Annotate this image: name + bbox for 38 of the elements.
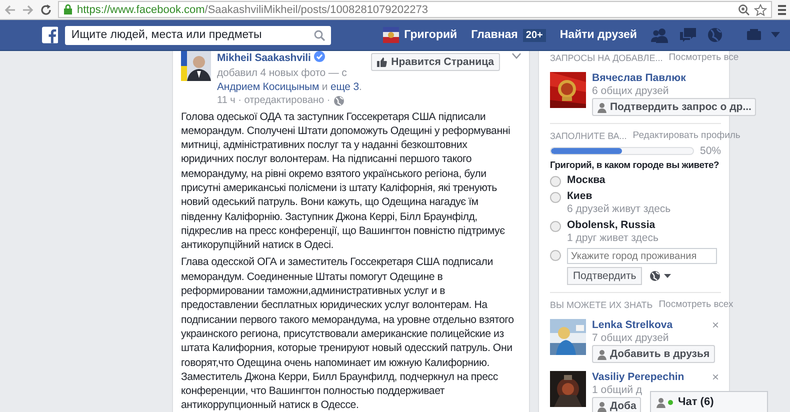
search-field[interactable]: Ищите людей, места или предметы — [65, 26, 332, 44]
post-headline: Mikheil Saakashvili добавил 4 новых фото — с Андрием Косицыным и еще 3. — [217, 51, 363, 94]
post-time: 11 ч · отредактировано · — [217, 95, 330, 106]
chat-bar[interactable]: Чат (6) — [650, 391, 768, 412]
person-name[interactable]: Lenka Strelkova — [592, 319, 673, 332]
friend-button[interactable]: Подтвердить запрос о др... — [592, 98, 756, 116]
friend-button[interactable]: Добавить в друзья — [592, 345, 715, 363]
like-page-button[interactable]: Нравится Страница — [371, 53, 500, 71]
confirm-button[interactable]: Подтвердить — [567, 267, 642, 285]
option-note: 6 друзей живут здесь — [567, 203, 671, 216]
url-text: https://www.facebook.com/SaakashviliMikheil/posts/1008281079202273 — [77, 4, 428, 16]
tagged-link[interactable]: Андрием Косицыным — [217, 81, 320, 93]
city-option[interactable]: Obolensk, Russia — [567, 219, 658, 232]
address-bar[interactable]: https://www.facebook.com/SaakashviliMikheil/posts/1008281079202273 — [58, 1, 772, 18]
profile-link[interactable]: Григорий — [383, 27, 458, 43]
person-name[interactable]: Vasiliy Perepechin — [592, 371, 684, 384]
mutual-friends: 1 общий д — [592, 384, 642, 397]
section-title: ВЫ МОЖЕТЕ ИХ ЗНАТЬ — [550, 300, 653, 310]
post-paragraph: Глава одесской ОГА и заместитель Госсекретаря США подписали меморандум. Соединенные Штаты помогут Одещине в реформировании таможни,административных услуг и в предоставлении бесплатных юридических услуг волонтерам. На подписании первого такого меморандума, на уровне отдельно взятого украинского региона, присутствовали американские полицейские из штата Калифорния, которые тренируют новый одесский патруль. Они говорят,что Одещина очень напоминает им южную Калифорнию. Заместитель Джона Керри, Билл Браунфилд, подчеркнул на пресс конференции, что Вашингтон полностью поддерживает антикоррупционный натиск в Одессе. — [181, 255, 515, 412]
mutual-friends: 7 общих друзей — [592, 332, 669, 345]
tagged-link[interactable]: еще 3 — [330, 81, 359, 93]
progress-percent: 50% — [700, 145, 721, 157]
mutual-friends: 6 общих друзей — [592, 85, 669, 98]
section-title: ЗАПОЛНИТЕ ВА... — [550, 130, 627, 140]
friend-button[interactable]: Доба — [592, 397, 642, 412]
person-name[interactable]: Вячеслав Павлюк — [592, 72, 686, 85]
find-friends-link[interactable]: Найти друзей — [560, 29, 637, 41]
city-option[interactable]: Москва — [567, 174, 606, 187]
section-title: ЗАПРОСЫ НА ДОБАВЛЕ... — [550, 52, 663, 62]
author-link[interactable]: Mikheil Saakashvili — [217, 52, 311, 64]
home-link[interactable]: Главная — [471, 29, 518, 41]
question-text: Григорий, в каком городе вы живете? — [550, 158, 720, 171]
city-option[interactable]: Киев — [567, 190, 671, 203]
chat-label: Чат (6) — [678, 396, 714, 408]
post-paragraph: Голова одеської ОДА та заступник Госсекретаря США підписали меморандум. Сполучені Штати допоможуть Одещині у реформуванні митниці, адміністративних послуг та у наданні безкоштовних юридичних послуг волонтерам. На підписанні першого такого меморандуму, на рівні окремо взятого українського регіона, були присутні американські полісмени із штату Каліфорнія, які тренують новий одеський патруль. Вони кажуть, що Одещина нагадує їм південну Каліфорнію. Заступник Джона Керрі, Білл Браунфілд, підкреслив на пресс конференції, що Вашингтон повністю підтримує антикорупційний натиск в Одесі. — [181, 110, 512, 252]
notification-count: 20+ — [522, 28, 546, 42]
city-input[interactable]: Укажите город проживания — [567, 248, 717, 264]
option-note: 1 друг живет здесь — [567, 232, 658, 245]
